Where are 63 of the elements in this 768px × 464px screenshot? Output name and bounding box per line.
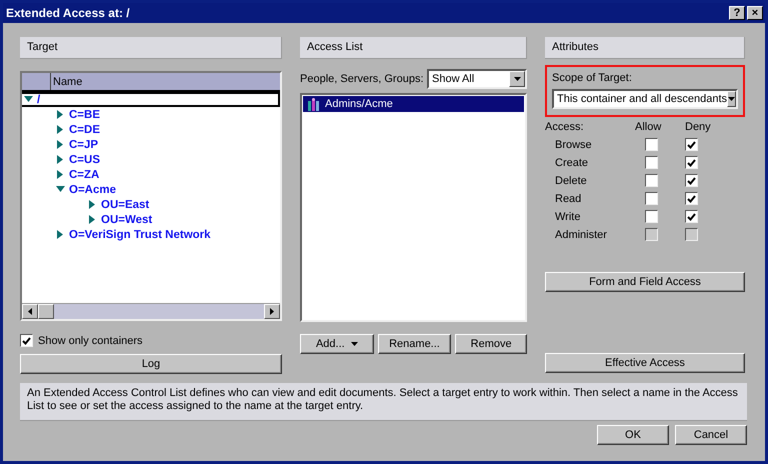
filter-dropdown[interactable]: Show All (427, 69, 527, 89)
right-label: Delete (554, 174, 588, 186)
add-button[interactable]: Add... (300, 334, 374, 354)
checkbox[interactable] (685, 210, 698, 223)
checkbox[interactable] (645, 138, 658, 151)
section-heading: Access List (300, 37, 527, 59)
description-text: An Extended Access Control List defines who can view and edit documents. Select a target entry to work within. Then select a name in the Access List to see or set the access assigned to the name at the target entry. (20, 383, 747, 421)
scroll-left-icon[interactable] (28, 308, 32, 315)
access-label: Access: (545, 121, 585, 133)
ok-button[interactable]: OK (597, 425, 669, 445)
remove-button[interactable]: Remove (455, 334, 528, 354)
right-label: Write (554, 210, 582, 222)
help-button[interactable]: ? (729, 6, 745, 20)
tree-row[interactable]: O=VeriSign Trust Network (22, 227, 280, 242)
form-field-access-button[interactable]: Form and Field Access (545, 272, 745, 292)
scroll-thumb[interactable] (38, 304, 54, 319)
right-label: Create (554, 156, 590, 168)
expanded-arrow-icon[interactable] (56, 185, 65, 194)
checkbox-label[interactable]: Show only containers (38, 334, 143, 346)
right-label: Administer (554, 228, 608, 240)
tree-row[interactable]: OU=East (22, 197, 280, 212)
checkbox[interactable] (645, 192, 658, 205)
checkbox[interactable] (685, 174, 698, 187)
column-label: Deny (685, 121, 712, 133)
cancel-button[interactable]: Cancel (675, 425, 747, 445)
caret-icon (350, 342, 358, 346)
tree-row[interactable]: OU=West (22, 212, 280, 227)
log-button[interactable]: Log (20, 354, 282, 374)
filter-label: People, Servers, Groups: (300, 73, 424, 85)
checkbox[interactable] (645, 210, 658, 223)
checkbox[interactable] (20, 334, 33, 347)
column-title[interactable]: Name (51, 76, 82, 88)
scope-label: Scope of Target: (552, 72, 633, 84)
right-label: Browse (554, 138, 593, 150)
window-title: Extended Access at: / (6, 6, 131, 20)
tree-row[interactable]: C=BE (22, 107, 280, 122)
tree-row[interactable]: C=DE (22, 122, 280, 137)
effective-access-button[interactable]: Effective Access (545, 353, 745, 373)
close-button[interactable]: × (747, 6, 763, 20)
checkbox[interactable] (645, 156, 658, 169)
checkbox[interactable] (645, 174, 658, 187)
expanded-arrow-icon[interactable] (24, 95, 33, 104)
tree-row[interactable]: C=JP (22, 137, 280, 152)
dropdown-arrow-icon (728, 97, 735, 101)
tree-row[interactable]: C=US (22, 152, 280, 167)
right-label: Read (554, 192, 582, 204)
checkbox[interactable] (685, 138, 698, 151)
rename-button[interactable]: Rename... (378, 334, 452, 354)
list-item[interactable]: Admins/Acme (303, 96, 524, 112)
checkbox[interactable] (685, 156, 698, 169)
column-label: Allow (635, 121, 662, 133)
scope-dropdown[interactable]: This container and all descendants (552, 89, 738, 109)
tree-row[interactable]: / (22, 92, 280, 107)
section-heading: Attributes (545, 37, 745, 59)
dropdown-arrow-icon (514, 77, 520, 81)
horizontal-scrollbar[interactable] (22, 303, 280, 319)
scroll-right-icon[interactable] (270, 308, 274, 315)
section-heading: Target (20, 37, 282, 59)
collapsed-arrow-icon[interactable] (56, 230, 65, 239)
group-icon (307, 98, 321, 110)
tree-row[interactable]: C=ZA (22, 167, 280, 182)
checkbox[interactable] (685, 192, 698, 205)
tree-row[interactable]: O=Acme (22, 182, 280, 197)
